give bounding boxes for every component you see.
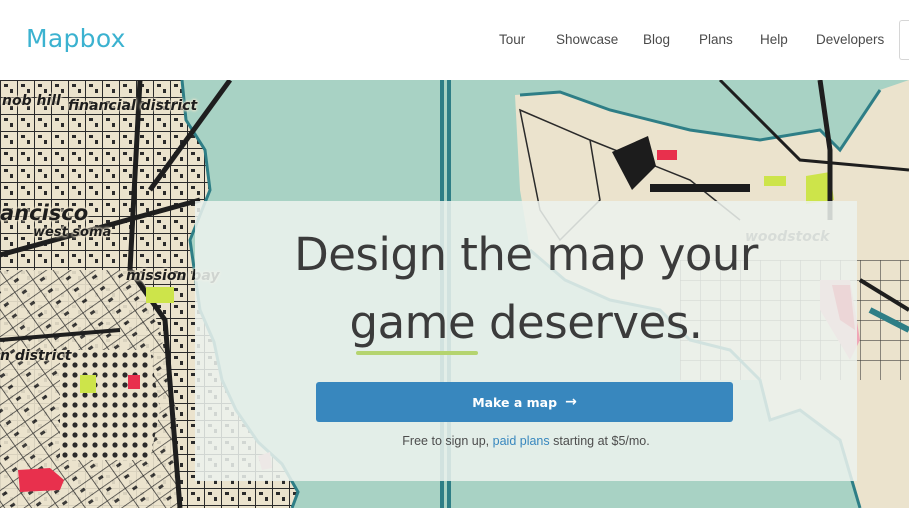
map-label-financial-district: financial district [68,98,198,114]
pricing-note-prefix: Free to sign up, [402,434,490,448]
pricing-note: Free to sign up, paid plans starting at … [195,434,857,448]
hero-card: Design the map your game deserves. Make … [195,201,857,481]
pricing-note-suffix: starting at $5/mo. [553,434,650,448]
hero-headline-line2: game deserves. [349,296,703,349]
partially-visible-nav-button[interactable] [899,20,909,60]
arrow-right-icon: → [565,394,577,410]
main-nav: Tour Showcase Blog Plans Help Developers [0,31,909,49]
nav-item-help[interactable]: Help [760,31,788,49]
make-a-map-button[interactable]: Make a map → [316,382,733,422]
nav-item-showcase[interactable]: Showcase [556,31,618,49]
headline-underline [356,351,478,355]
nav-item-plans[interactable]: Plans [699,31,733,49]
top-nav-bar: Mapbox Tour Showcase Blog Plans Help Dev… [0,0,909,80]
nav-item-blog[interactable]: Blog [643,31,670,49]
make-a-map-label: Make a map [472,394,558,410]
paid-plans-link[interactable]: paid plans [493,434,550,448]
map-label-san-francisco: ancisco [0,201,89,225]
nav-item-tour[interactable]: Tour [499,31,525,49]
hero-headline-line1: Design the map your [294,228,758,281]
map-label-west-soma: west soma [33,225,112,240]
map-label-mission-district: n district [0,348,72,364]
nav-item-developers[interactable]: Developers [816,31,884,49]
map-label-nob-hill: nob hill [2,93,61,109]
